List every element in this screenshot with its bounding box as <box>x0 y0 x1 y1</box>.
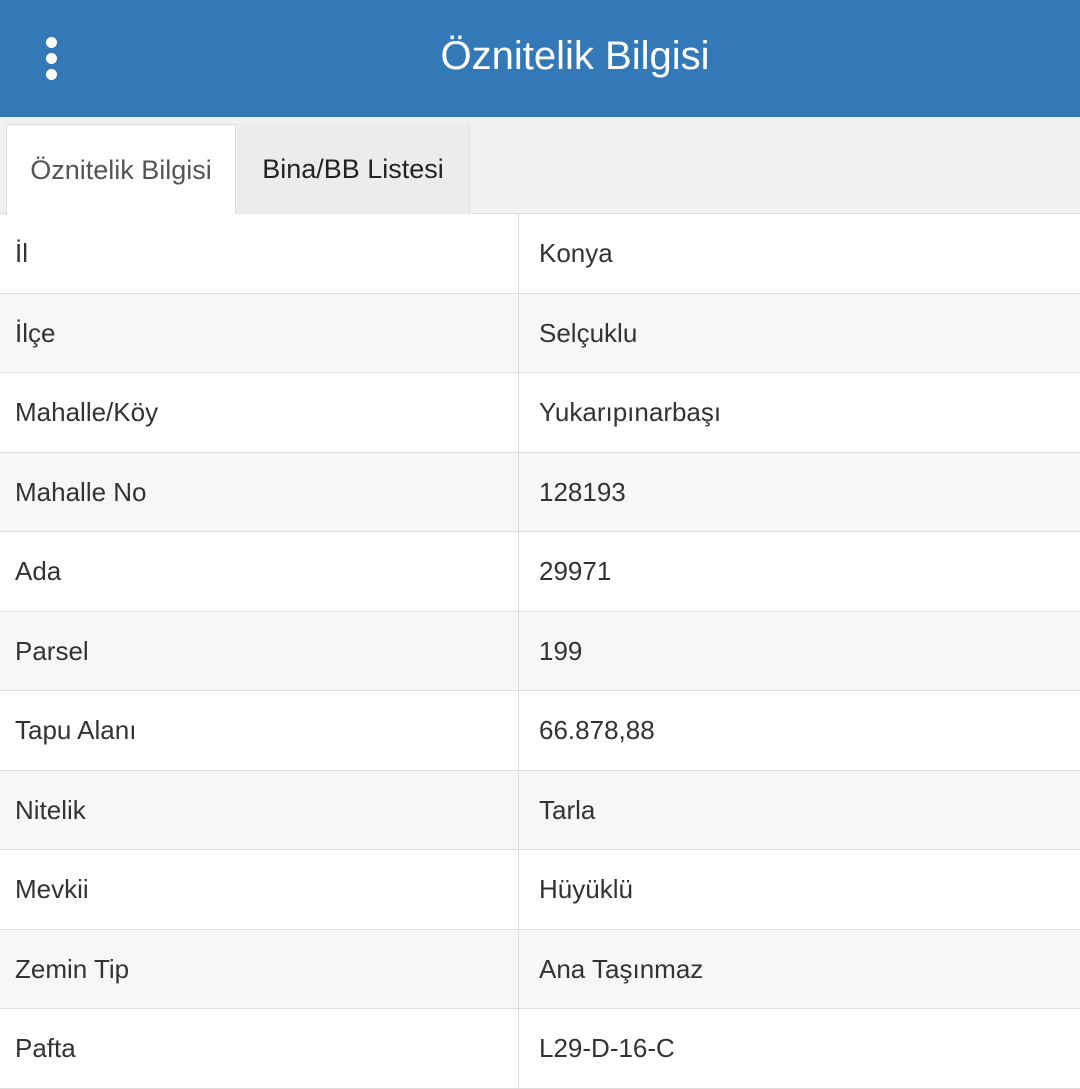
row-label: Ada <box>15 556 62 586</box>
row-value: 199 <box>539 635 583 666</box>
row-label: Mahalle No <box>15 476 147 507</box>
tab-bina-bb-listesi[interactable]: Bina/BB Listesi <box>237 124 470 214</box>
table-row: İl Konya <box>0 214 1080 294</box>
column-divider <box>518 929 519 1008</box>
column-divider <box>518 532 519 611</box>
row-label: Mahalle/Köy <box>15 397 159 427</box>
table-row: Tapu Alanı 66.878,88 <box>0 691 1080 771</box>
table-row: Mahalle/Köy Yukarıpınarbaşı <box>0 373 1080 453</box>
row-value: Hüyüklü <box>539 874 633 904</box>
row-value: Selçuklu <box>539 317 638 348</box>
tab-bar: Öznitelik Bilgisi Bina/BB Listesi <box>0 117 1080 215</box>
table-row: Zemin Tip Ana Taşınmaz <box>0 929 1080 1009</box>
table-row: Pafta L29-D-16-C <box>0 1009 1080 1089</box>
row-label: Pafta <box>15 1033 76 1063</box>
row-label: Parsel <box>15 635 89 666</box>
row-label: Nitelik <box>15 794 86 825</box>
page-title: Öznitelik Bilgisi <box>440 34 710 78</box>
table-row: Parsel 199 <box>0 611 1080 691</box>
column-divider <box>518 373 519 452</box>
column-divider <box>518 691 519 770</box>
row-label: Tapu Alanı <box>15 715 137 745</box>
table-row: Ada 29971 <box>0 532 1080 612</box>
column-divider <box>518 293 519 372</box>
table-row: Mahalle No 128193 <box>0 452 1080 532</box>
row-value: 29971 <box>539 556 612 586</box>
column-divider <box>518 1009 519 1088</box>
row-value: 66.878,88 <box>539 715 655 745</box>
tab-oznitelik-bilgisi[interactable]: Öznitelik Bilgisi <box>6 124 236 215</box>
row-label: Mevkii <box>15 874 89 904</box>
row-label: Zemin Tip <box>15 953 130 984</box>
row-value: Konya <box>539 238 613 268</box>
row-value: L29-D-16-C <box>539 1033 675 1063</box>
app-header: Öznitelik Bilgisi <box>0 0 1080 117</box>
row-value: Yukarıpınarbaşı <box>539 397 722 427</box>
column-divider <box>518 770 519 849</box>
row-value: Tarla <box>539 794 596 825</box>
row-label: İlçe <box>15 317 56 348</box>
column-divider <box>518 611 519 690</box>
column-divider <box>518 850 519 929</box>
row-value: 128193 <box>539 476 626 507</box>
row-label: İl <box>15 238 28 268</box>
column-divider <box>518 214 519 293</box>
row-value: Ana Taşınmaz <box>539 953 704 984</box>
column-divider <box>518 452 519 531</box>
attribute-table: İl Konya İlçe Selçuklu Mahalle/Köy Yukar… <box>0 214 1080 1089</box>
table-row: İlçe Selçuklu <box>0 293 1080 373</box>
table-row: Nitelik Tarla <box>0 770 1080 850</box>
table-row: Mevkii Hüyüklü <box>0 850 1080 930</box>
